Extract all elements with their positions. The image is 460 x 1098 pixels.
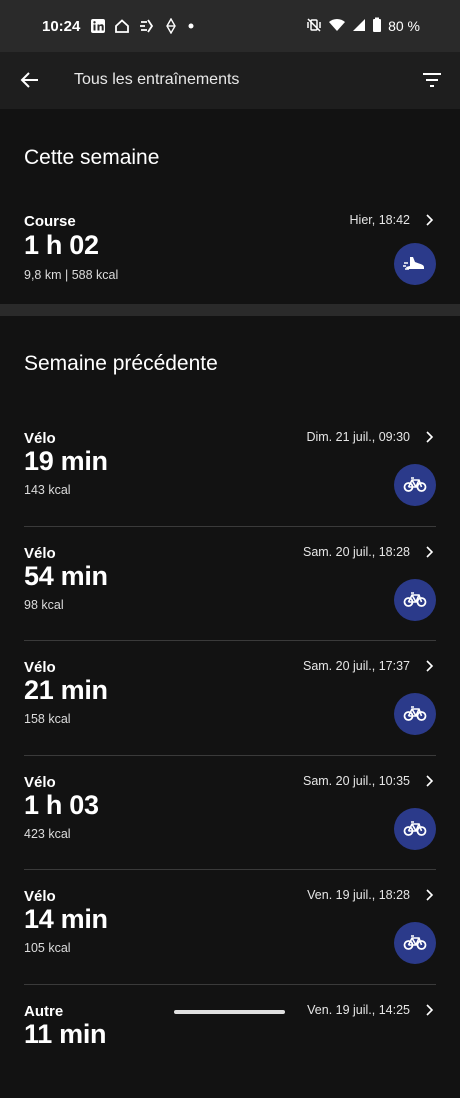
workout-item[interactable]: Vélo 54 min 98 kcal Sam. 20 juil., 18:28 (24, 526, 436, 641)
wifi-icon (328, 17, 346, 36)
bicycle-icon (394, 464, 436, 506)
chevron-right-icon (422, 213, 436, 227)
filter-icon[interactable] (420, 68, 444, 92)
workout-details: 143 kcal (24, 483, 71, 497)
workout-date: Sam. 20 juil., 18:28 (303, 545, 410, 559)
battery-icon (372, 17, 382, 36)
status-time: 10:24 (42, 18, 80, 35)
workout-type: Vélo (24, 659, 56, 676)
workout-details: 423 kcal (24, 827, 71, 841)
workout-type: Vélo (24, 545, 56, 562)
more-notifications-dot-icon (186, 18, 196, 34)
workout-date: Sam. 20 juil., 17:37 (303, 659, 410, 673)
battery-percent: 80 % (388, 18, 420, 34)
workout-duration: 1 h 02 (24, 230, 99, 261)
workout-duration: 14 min (24, 904, 108, 935)
chevron-right-icon (422, 545, 436, 559)
vibrate-off-icon (306, 17, 322, 36)
workout-type: Vélo (24, 774, 56, 791)
workout-details: 98 kcal (24, 598, 64, 612)
workout-details: 158 kcal (24, 712, 71, 726)
workout-duration: 11 min (24, 1019, 106, 1050)
chevron-right-icon (422, 659, 436, 673)
workout-item[interactable]: Vélo 21 min 158 kcal Sam. 20 juil., 17:3… (24, 640, 436, 755)
workout-duration: 19 min (24, 446, 108, 477)
workout-date: Hier, 18:42 (350, 213, 410, 227)
chevron-right-icon (422, 1003, 436, 1017)
signal-icon (352, 17, 366, 36)
workout-duration: 21 min (24, 675, 108, 706)
workout-item[interactable]: Vélo 1 h 03 423 kcal Sam. 20 juil., 10:3… (24, 755, 436, 870)
workout-list: Cette semaine Course 1 h 02 9,8 km | 588… (0, 109, 460, 1098)
page-title: Tous les entraînements (74, 71, 239, 89)
running-shoe-icon (394, 243, 436, 285)
workout-duration: 54 min (24, 561, 108, 592)
workout-details: 105 kcal (24, 941, 71, 955)
back-arrow-icon[interactable] (18, 68, 42, 92)
workout-type: Vélo (24, 888, 56, 905)
workout-type: Autre (24, 1003, 63, 1020)
workout-item[interactable]: Autre 11 min Ven. 19 juil., 14:25 (24, 984, 436, 1098)
bicycle-icon (394, 579, 436, 621)
workout-date: Ven. 19 juil., 18:28 (307, 888, 410, 902)
status-bar: 10:24 80 % (0, 0, 460, 52)
workout-icon (138, 18, 156, 34)
workout-type: Vélo (24, 430, 56, 447)
section-divider (0, 304, 460, 316)
workout-item[interactable]: Vélo 14 min 105 kcal Ven. 19 juil., 18:2… (24, 869, 436, 984)
notification-icons (90, 18, 196, 34)
workout-date: Ven. 19 juil., 14:25 (307, 1003, 410, 1017)
bicycle-icon (394, 922, 436, 964)
workout-date: Sam. 20 juil., 10:35 (303, 774, 410, 788)
section-title: Semaine précédente (0, 316, 460, 412)
workout-date: Dim. 21 juil., 09:30 (306, 430, 410, 444)
app-notification-icon (164, 18, 178, 34)
chevron-right-icon (422, 774, 436, 788)
bicycle-icon (394, 693, 436, 735)
gesture-nav-bar[interactable] (174, 1010, 285, 1014)
chevron-right-icon (422, 888, 436, 902)
section-previous-week: Semaine précédente Vélo 19 min 143 kcal … (0, 316, 460, 1098)
section-this-week: Cette semaine Course 1 h 02 9,8 km | 588… (0, 109, 460, 304)
section-title: Cette semaine (0, 109, 460, 207)
workout-item[interactable]: Course 1 h 02 9,8 km | 588 kcal Hier, 18… (24, 207, 436, 304)
chevron-right-icon (422, 430, 436, 444)
workout-item[interactable]: Vélo 19 min 143 kcal Dim. 21 juil., 09:3… (24, 412, 436, 526)
home-icon (114, 18, 130, 34)
linkedin-icon (90, 18, 106, 34)
app-bar: Tous les entraînements (0, 52, 460, 109)
bicycle-icon (394, 808, 436, 850)
system-indicators: 80 % (306, 17, 420, 36)
workout-type: Course (24, 213, 76, 230)
workout-details: 9,8 km | 588 kcal (24, 268, 118, 282)
workout-duration: 1 h 03 (24, 790, 99, 821)
